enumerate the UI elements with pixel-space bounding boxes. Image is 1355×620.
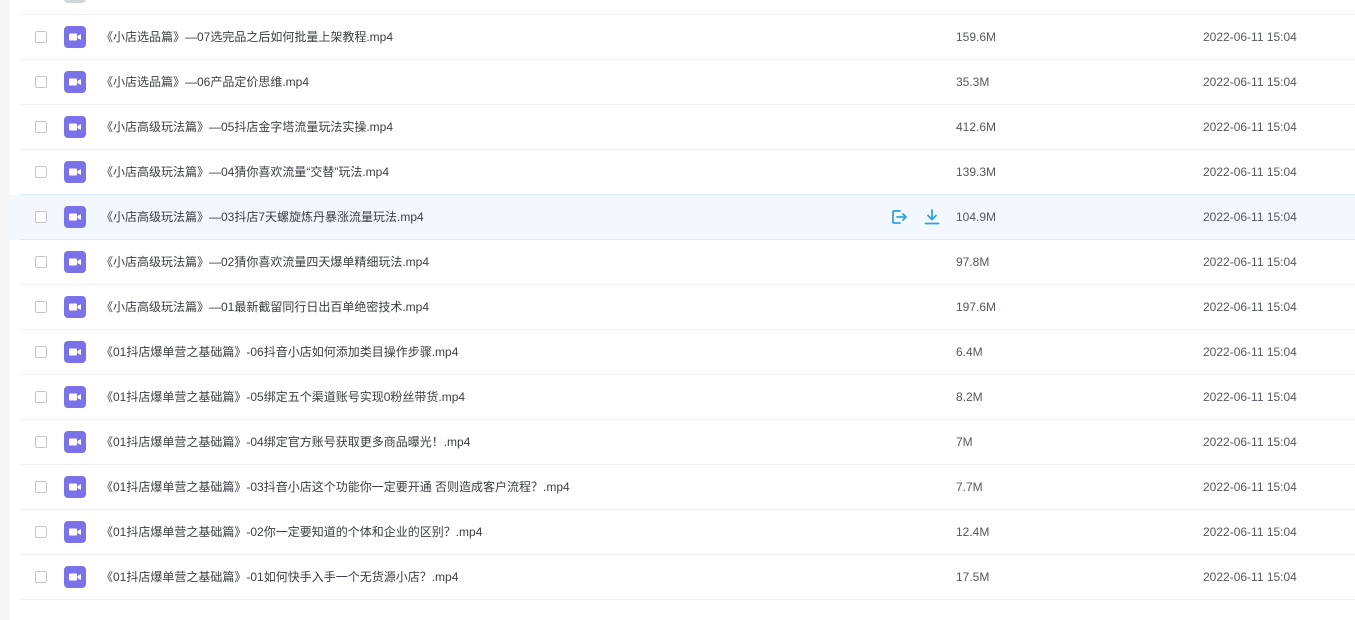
file-name[interactable]: 《小店选品篇》—07选完品之后如何批量上架教程.mp4 <box>101 15 393 59</box>
row-checkbox[interactable] <box>35 31 47 43</box>
video-file-icon <box>64 566 86 588</box>
video-file-icon <box>64 386 86 408</box>
file-size: 197.6M <box>956 300 997 314</box>
file-modified-date: 2022-06-11 15:04 <box>1203 435 1297 449</box>
file-modified-date: 2022-06-11 15:04 <box>1203 480 1297 494</box>
share-export-icon[interactable] <box>890 208 908 226</box>
file-size: 17.5M <box>956 570 990 584</box>
row-checkbox[interactable] <box>35 256 47 268</box>
file-modified-date: 2022-06-11 15:04 <box>1203 390 1297 404</box>
row-checkbox[interactable] <box>35 571 47 583</box>
video-file-icon <box>64 341 86 363</box>
file-row[interactable]: 《01抖店爆单营之基础篇》-03抖音小店这个功能你一定要开通 否则造成客户流程？… <box>10 465 1355 510</box>
video-file-icon <box>64 431 86 453</box>
file-row[interactable]: 《01抖店爆单营之基础篇》-06抖音小店如何添加类目操作步骤.mp4 6.4M … <box>10 330 1355 375</box>
file-row[interactable]: 《小店高级玩法篇》—05抖店金字塔流量玩法实操.mp4 412.6M 2022-… <box>10 105 1355 150</box>
file-name[interactable]: 《01抖店爆单营之基础篇》-04绑定官方账号获取更多商品曝光！.mp4 <box>101 420 470 464</box>
file-modified-date: 2022-06-11 15:04 <box>1203 255 1297 269</box>
file-name[interactable]: 点击这里下载更多项目，免费分享.url <box>101 0 298 14</box>
file-row[interactable]: 《小店高级玩法篇》—02猜你喜欢流量四天爆单精细玩法.mp4 97.8M 202… <box>10 240 1355 285</box>
file-modified-date: 2022-06-11 15:04 <box>1203 120 1297 134</box>
row-checkbox[interactable] <box>35 121 47 133</box>
video-file-icon <box>64 71 86 93</box>
file-name[interactable]: 《01抖店爆单营之基础篇》-06抖音小店如何添加类目操作步骤.mp4 <box>101 330 458 374</box>
file-size: 7M <box>956 435 973 449</box>
file-list: 点击这里下载更多项目，免费分享.url 330B 2022-06-11 15:0… <box>10 0 1355 600</box>
row-checkbox[interactable] <box>35 391 47 403</box>
file-size: 159.6M <box>956 30 997 44</box>
row-checkbox[interactable] <box>35 76 47 88</box>
row-checkbox[interactable] <box>35 301 47 313</box>
file-name[interactable]: 《01抖店爆单营之基础篇》-05绑定五个渠道账号实现0粉丝带货.mp4 <box>101 375 465 419</box>
file-name[interactable]: 《小店高级玩法篇》—02猜你喜欢流量四天爆单精细玩法.mp4 <box>101 240 429 284</box>
row-checkbox[interactable] <box>35 481 47 493</box>
file-modified-date: 2022-06-11 15:04 <box>1203 210 1297 224</box>
video-file-icon <box>64 161 86 183</box>
file-row[interactable]: 《01抖店爆单营之基础篇》-05绑定五个渠道账号实现0粉丝带货.mp4 8.2M… <box>10 375 1355 420</box>
video-file-icon <box>64 521 86 543</box>
video-file-icon <box>64 116 86 138</box>
file-modified-date: 2022-06-11 15:04 <box>1203 165 1297 179</box>
file-name[interactable]: 《01抖店爆单营之基础篇》-02你一定要知道的个体和企业的区别？.mp4 <box>101 510 482 554</box>
video-file-icon <box>64 296 86 318</box>
row-checkbox[interactable] <box>35 436 47 448</box>
file-name[interactable]: 《01抖店爆单营之基础篇》-01如何快手入手一个无货源小店？.mp4 <box>101 555 458 599</box>
link-file-icon <box>64 0 86 3</box>
file-size: 12.4M <box>956 525 990 539</box>
row-checkbox[interactable] <box>35 346 47 358</box>
file-modified-date: 2022-06-11 15:04 <box>1203 75 1297 89</box>
file-row[interactable]: 《小店高级玩法篇》—01最新截留同行日出百单绝密技术.mp4 197.6M 20… <box>10 285 1355 330</box>
file-name[interactable]: 《小店高级玩法篇》—03抖店7天螺旋炼丹暴涨流量玩法.mp4 <box>101 195 424 239</box>
row-checkbox[interactable] <box>35 166 47 178</box>
file-row[interactable]: 《小店高级玩法篇》—04猜你喜欢流量“交替”玩法.mp4 139.3M 2022… <box>10 150 1355 195</box>
file-modified-date: 2022-06-11 15:04 <box>1203 570 1297 584</box>
file-row[interactable]: 《小店选品篇》—07选完品之后如何批量上架教程.mp4 159.6M 2022-… <box>10 15 1355 60</box>
file-modified-date: 2022-06-11 15:04 <box>1203 30 1297 44</box>
file-list-panel: 点击这里下载更多项目，免费分享.url 330B 2022-06-11 15:0… <box>10 0 1355 620</box>
file-row[interactable]: 《小店选品篇》—06产品定价思维.mp4 35.3M 2022-06-11 15… <box>10 60 1355 105</box>
video-file-icon <box>64 206 86 228</box>
file-row[interactable]: 《01抖店爆单营之基础篇》-01如何快手入手一个无货源小店？.mp4 17.5M… <box>10 555 1355 600</box>
file-modified-date: 2022-06-11 15:04 <box>1203 345 1297 359</box>
file-modified-date: 2022-06-11 15:04 <box>1203 300 1297 314</box>
video-file-icon <box>64 26 86 48</box>
file-modified-date: 2022-06-11 15:04 <box>1203 525 1297 539</box>
file-name[interactable]: 《小店高级玩法篇》—05抖店金字塔流量玩法实操.mp4 <box>101 105 393 149</box>
file-size: 97.8M <box>956 255 990 269</box>
file-size: 139.3M <box>956 165 997 179</box>
file-name[interactable]: 《小店高级玩法篇》—01最新截留同行日出百单绝密技术.mp4 <box>101 285 429 329</box>
file-row[interactable]: 《01抖店爆单营之基础篇》-02你一定要知道的个体和企业的区别？.mp4 12.… <box>10 510 1355 555</box>
file-row[interactable]: 点击这里下载更多项目，免费分享.url 330B 2022-06-11 15:0… <box>10 0 1355 15</box>
file-size: 6.4M <box>956 345 983 359</box>
file-size: 330B <box>956 0 984 14</box>
row-checkbox[interactable] <box>35 526 47 538</box>
file-row[interactable]: 《01抖店爆单营之基础篇》-04绑定官方账号获取更多商品曝光！.mp4 7M 2… <box>10 420 1355 465</box>
file-size: 8.2M <box>956 390 983 404</box>
file-row[interactable]: 《小店高级玩法篇》—03抖店7天螺旋炼丹暴涨流量玩法.mp4 104.9M 20… <box>10 194 1355 240</box>
video-file-icon <box>64 251 86 273</box>
file-size: 35.3M <box>956 75 990 89</box>
file-name[interactable]: 《小店高级玩法篇》—04猜你喜欢流量“交替”玩法.mp4 <box>101 150 389 194</box>
download-icon[interactable] <box>923 208 941 226</box>
file-size: 104.9M <box>956 210 997 224</box>
file-name[interactable]: 《小店选品篇》—06产品定价思维.mp4 <box>101 60 309 104</box>
file-modified-date: 2022-06-11 15:04 <box>1203 0 1297 14</box>
row-checkbox[interactable] <box>35 211 47 223</box>
file-size: 412.6M <box>956 120 997 134</box>
file-size: 7.7M <box>956 480 983 494</box>
file-name[interactable]: 《01抖店爆单营之基础篇》-03抖音小店这个功能你一定要开通 否则造成客户流程？… <box>101 465 570 509</box>
video-file-icon <box>64 476 86 498</box>
